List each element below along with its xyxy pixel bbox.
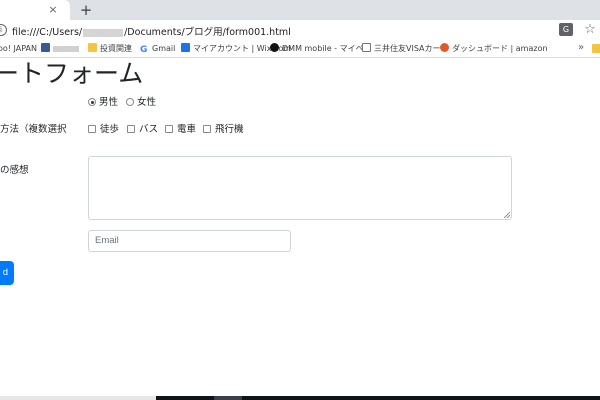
google-icon: G [140, 45, 149, 55]
page-icon [362, 43, 371, 52]
page-title: ートフォーム [0, 59, 144, 88]
impression-label: の感想 [0, 165, 29, 176]
taskbar-item[interactable] [214, 396, 242, 400]
checkbox-airplane[interactable]: 飛行機 [203, 121, 244, 135]
new-tab-button[interactable]: + [78, 1, 94, 19]
bookmark-amazon-dashboard[interactable]: ダッシュボード | amazon [440, 43, 548, 55]
checkbox-bus-control[interactable] [127, 125, 135, 133]
radio-female-control[interactable] [126, 98, 134, 106]
dmm-icon [270, 43, 279, 52]
info-icon[interactable]: i [0, 24, 7, 36]
translate-icon[interactable]: G [559, 23, 573, 36]
facebook-icon [41, 43, 50, 52]
folder-icon [88, 43, 97, 52]
checkbox-walk-control[interactable] [88, 125, 96, 133]
bookmark-smbc-visa[interactable]: 三井住友VISAカード [362, 43, 449, 55]
impression-textarea[interactable] [88, 156, 512, 220]
redacted-bookmark-label [53, 45, 79, 52]
checkbox-train[interactable]: 電車 [165, 121, 196, 135]
amazon-icon [440, 43, 449, 52]
tab-strip: × + [0, 0, 600, 20]
bookmark-yahoo[interactable]: oo! JAPAN [0, 43, 37, 55]
radio-male-control[interactable] [88, 98, 96, 106]
other-bookmarks-folder-icon[interactable] [592, 44, 600, 53]
resize-grip-icon[interactable] [504, 212, 510, 218]
address-bar[interactable]: i file:///C:/Users//Documents/ブログ用/form0… [0, 20, 600, 40]
submit-button[interactable]: d [0, 261, 14, 285]
wix-icon [181, 43, 190, 52]
transport-label: 方法（複数選択 [0, 124, 67, 135]
page-content: ートフォーム 男性 女性 方法（複数選択 徒歩 バス 電車 飛行機 の感想 Em… [0, 59, 600, 396]
bookmark-star-icon[interactable]: ☆ [583, 22, 597, 37]
active-tab[interactable]: × [0, 0, 70, 20]
radio-female[interactable]: 女性 [126, 94, 156, 108]
close-tab-icon[interactable]: × [46, 3, 60, 17]
bookmark-gmail[interactable]: G Gmail [140, 43, 175, 55]
redacted-username [83, 28, 124, 37]
email-field[interactable]: Email [88, 230, 291, 252]
bookmark-folder-investment[interactable]: 投資関連 [88, 43, 132, 55]
url-text[interactable]: file:///C:/Users//Documents/ブログ用/form001… [12, 24, 291, 38]
radio-male[interactable]: 男性 [88, 94, 118, 108]
checkbox-train-control[interactable] [165, 125, 173, 133]
checkbox-airplane-control[interactable] [203, 125, 211, 133]
checkbox-walk[interactable]: 徒歩 [88, 121, 119, 135]
more-bookmarks-icon[interactable]: » [578, 42, 584, 53]
checkbox-bus[interactable]: バス [127, 121, 158, 135]
bookmark-facebook[interactable] [41, 43, 79, 55]
bookmarks-bar: oo! JAPAN 投資関連 G Gmail マイアカウント | Wix.com … [0, 40, 600, 58]
bookmark-dmm[interactable]: DMM mobile - マイペ [270, 43, 364, 55]
